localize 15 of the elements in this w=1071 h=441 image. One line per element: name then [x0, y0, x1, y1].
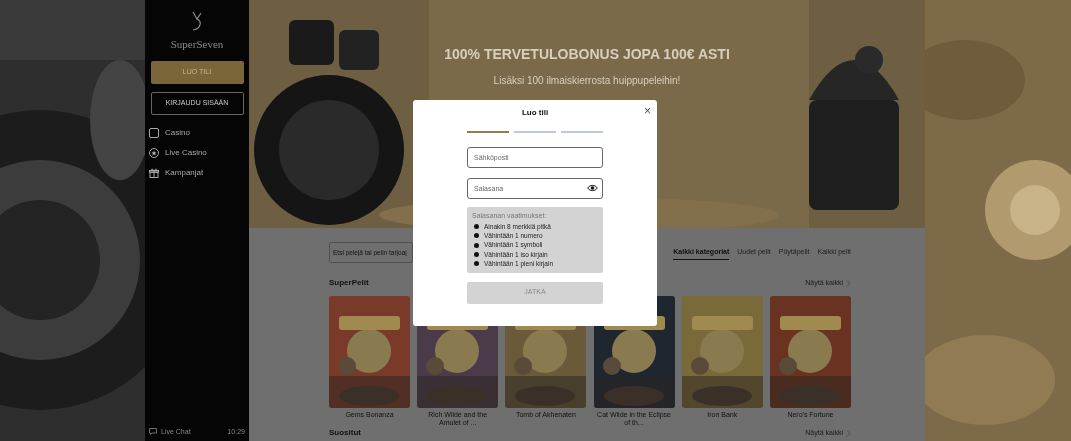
gift-icon: [149, 167, 159, 178]
section-title: Suositut: [329, 427, 361, 439]
section-title: SuperPelit: [329, 277, 369, 289]
logo-icon: [190, 10, 204, 32]
bullet-icon: [474, 251, 479, 257]
nav-link[interactable]: Kampanjat: [165, 166, 204, 179]
card-icon: [149, 127, 159, 138]
bullet-icon: [474, 233, 479, 239]
bullet-icon: [474, 242, 479, 248]
star-icon: [149, 147, 159, 158]
bullet-icon: [474, 261, 479, 267]
nav-link[interactable]: Live Casino: [165, 146, 207, 159]
logo-text: SuperSeven: [170, 37, 224, 52]
nav-link[interactable]: Casino: [165, 126, 190, 139]
chat-icon: [149, 428, 157, 436]
